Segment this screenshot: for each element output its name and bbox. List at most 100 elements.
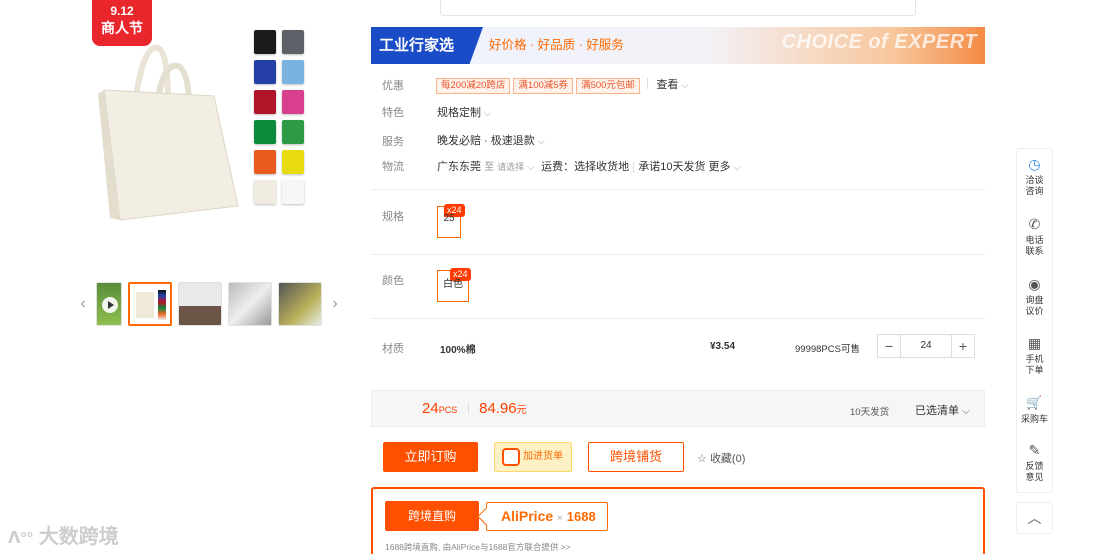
color-label: 颜色 [382,275,404,287]
feature-value: 规格定制 [437,107,481,119]
cross-border-note[interactable]: 1688跨境直购, 由AliPrice与1688官方联合提供 >> [385,541,571,553]
material-stock: 99998PCS可售 [795,344,860,355]
cross-border-direct-button[interactable]: 跨境直购 [385,501,479,531]
cross-border-distribute-button[interactable]: 跨境铺货 [588,442,684,472]
swatch-orange [254,150,276,174]
color-option[interactable]: x24 白色 [437,268,471,302]
aliprice-badge[interactable]: AliPrice × 1688 [486,502,608,531]
rail-chat-label-1: 洽谈 [1025,175,1044,185]
thumbnail-strip: ‹ › [76,280,342,328]
chevron-down-icon: ⌵ [962,406,970,417]
logistics-promise: 承诺10天发货 [638,161,706,173]
material-label: 材质 [382,343,404,355]
logistics-freight: 运费：选择收货地 [541,161,630,173]
chevron-down-icon: ⌵ [537,136,545,146]
thumbnail-4[interactable] [228,282,272,326]
spec-option-value: 25 [443,213,455,224]
promo-tag-2[interactable]: 满100减5券 [513,78,574,94]
selected-list-toggle[interactable]: 已选清单 ⌵ [915,402,970,418]
chevron-up-icon: ︿ [1027,510,1042,526]
promo-tags: 每200减20跨店 满100减5券 满500元包邮 查看 ⌵ [436,75,688,94]
color-swatches-image [254,30,304,204]
feature-dropdown[interactable]: 规格定制 ⌵ [437,104,491,120]
service-value: 晚发必赔 · 极速退款 [437,135,535,147]
rail-mobile-label-2: 下单 [1025,365,1044,375]
promo-tag-1[interactable]: 每200减20跨店 [436,78,511,94]
logistics-label: 物流 [382,161,404,173]
quantity-stepper: − 24 + [877,334,975,358]
divider [633,161,635,173]
qr-code-icon: ▦ [1027,335,1042,351]
rail-feedback-label-2: 意见 [1025,472,1044,482]
summary-qty-unit: PCS [438,405,458,415]
inquiry-icon: ◉ [1028,276,1041,292]
promo-view-link[interactable]: 查看 ⌵ [656,79,688,91]
summary-totals: 24PCS 84.96元 [422,400,527,418]
summary-amount-unit: 元 [516,405,527,416]
rail-mobile-label-1: 手机 [1025,354,1044,364]
decrement-button[interactable]: − [878,338,900,354]
divider [371,189,985,190]
selected-list-text: 已选清单 [915,405,959,417]
swatch-gray [282,30,304,54]
watermark: ᐱ°° 大数跨境 [8,520,119,549]
rail-inquiry[interactable]: ◉ 询盘 议价 [1017,275,1052,317]
summary-ship: 10天发货 [850,407,890,418]
next-arrow-icon[interactable]: › [328,282,342,326]
thumbnail-5[interactable] [278,282,322,326]
swatch-light-blue [282,60,304,84]
logistics-more-link[interactable]: 更多 ⌵ [709,161,741,173]
buy-now-button[interactable]: 立即订购 [383,442,478,472]
thumbnail-video[interactable] [96,282,122,326]
edit-icon: ✎ [1028,442,1041,458]
rail-chat[interactable]: ◷ 洽谈 咨询 [1017,155,1052,197]
add-to-cart-button[interactable]: 加进货单 [494,442,572,472]
favorite-label: 收藏(0) [709,453,746,465]
rail-mobile-order[interactable]: ▦ 手机 下单 [1017,334,1052,376]
search-box-remnant[interactable] [440,0,916,16]
spec-option[interactable]: x24 25 [437,204,465,238]
rail-purchase-cart[interactable]: 🛒 采购车 [1017,394,1052,425]
thumbnail-3[interactable] [178,282,222,326]
summary-qty: 24 [422,400,439,417]
play-icon [102,297,118,313]
logistics-address-select[interactable]: 请选择 ⌵ [497,161,534,173]
star-icon: ☆ [697,453,707,465]
divider [467,403,469,415]
cart-icon: 🛒 [1026,395,1043,410]
rail-feedback[interactable]: ✎ 反馈 意见 [1017,441,1052,483]
divider [371,318,985,319]
expert-choice-banner: 工业行家选 好价格 · 好品质 · 好服务 CHOICE of EXPERT [371,27,985,64]
rail-cart-label: 采购车 [1020,414,1048,424]
times-symbol: × [557,513,563,524]
watermark-text: 大数跨境 [38,526,119,548]
material-value: 100%棉 [440,345,476,356]
service-dropdown[interactable]: 晚发必赔 · 极速退款 ⌵ [437,132,545,148]
promo-badge-date: 9.12 [110,4,134,18]
logistics-to: 至 [484,162,495,173]
feature-label: 特色 [382,107,404,119]
rail-inquiry-label-2: 议价 [1025,306,1044,316]
swatch-blue [254,60,276,84]
add-to-cart-label: 加进货单 [523,451,563,462]
quantity-input[interactable]: 24 [900,335,952,357]
promo-label: 优惠 [382,80,404,92]
back-to-top-button[interactable]: ︿ [1016,502,1053,534]
rail-phone[interactable]: ✆ 电话 联系 [1017,215,1052,257]
increment-button[interactable]: + [952,338,974,354]
promo-badge-text: 商人节 [101,20,143,36]
thumbnail-selected[interactable] [128,282,172,326]
spec-label: 规格 [382,211,404,223]
logistics-origin: 广东东莞 [437,161,481,173]
chevron-down-icon: ⌵ [733,162,741,172]
prev-arrow-icon[interactable]: ‹ [76,282,90,326]
rail-feedback-label-1: 反馈 [1025,461,1044,471]
swatch-green-2 [282,120,304,144]
summary-amount: 84.96 [479,400,517,417]
banner-label: 工业行家选 [371,27,483,64]
logistics-select-text: 请选择 [497,162,525,172]
favorite-button[interactable]: ☆ 收藏(0) [697,450,745,466]
order-summary-bar: 24PCS 84.96元 10天发货 已选清单 ⌵ [371,390,985,427]
promo-tag-3[interactable]: 满500元包邮 [576,78,640,94]
main-product-image[interactable] [96,42,246,222]
